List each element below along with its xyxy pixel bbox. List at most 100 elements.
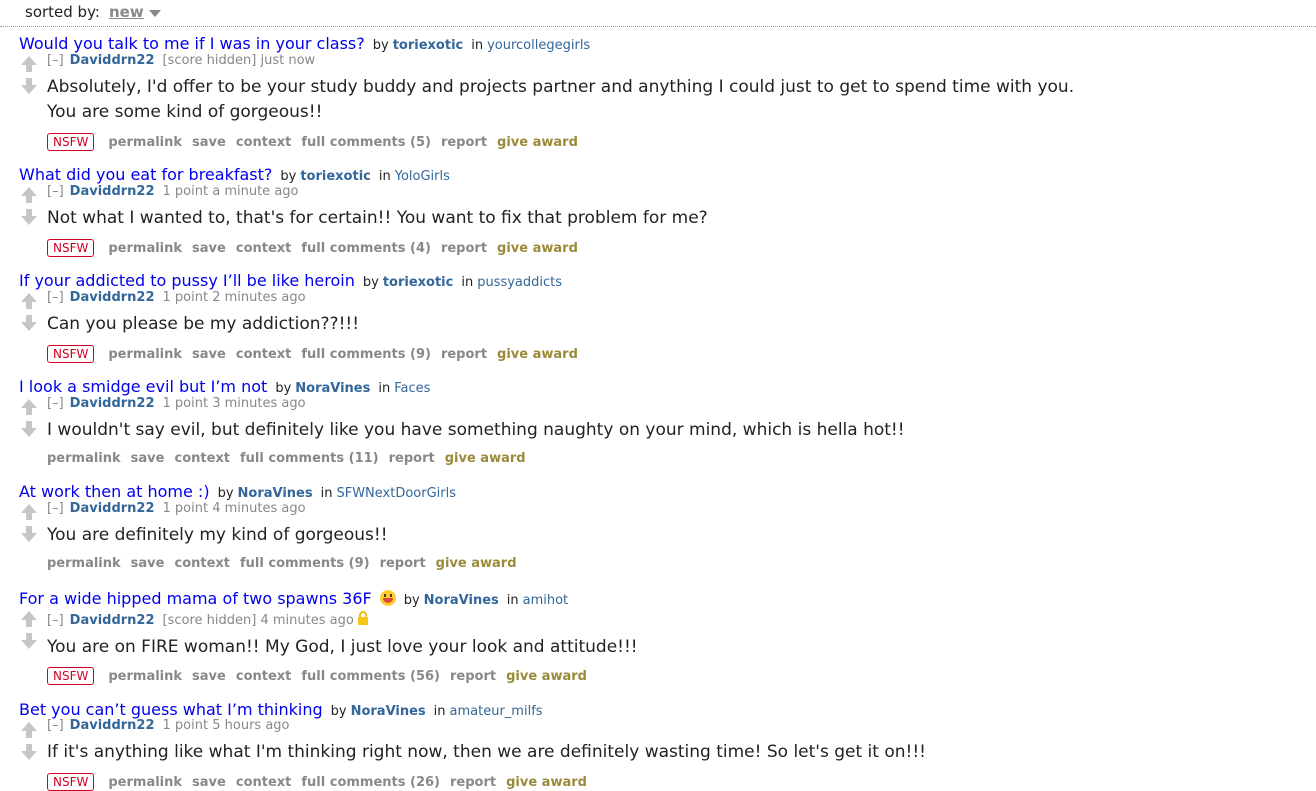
downvote-arrow-icon[interactable] xyxy=(20,632,38,650)
collapse-toggle[interactable]: [–] xyxy=(47,290,64,305)
post-title-link[interactable]: At work then at home :) xyxy=(19,482,210,501)
post-title-link[interactable]: I look a smidge evil but I’m not xyxy=(19,377,267,396)
comment-author-link[interactable]: Daviddrn22 xyxy=(70,184,155,199)
full-comments-button[interactable]: full comments (9) xyxy=(240,556,370,571)
downvote-arrow-icon[interactable] xyxy=(20,525,38,543)
report-button[interactable]: report xyxy=(380,556,426,571)
comment-author-link[interactable]: Daviddrn22 xyxy=(70,53,155,68)
upvote-arrow-icon[interactable] xyxy=(20,55,38,73)
full-comments-button[interactable]: full comments (26) xyxy=(301,775,440,790)
collapse-toggle[interactable]: [–] xyxy=(47,396,64,411)
report-button[interactable]: report xyxy=(441,241,487,256)
comment-tagline: [–] Daviddrn22 [score hidden] just now xyxy=(47,53,315,68)
collapse-toggle[interactable]: [–] xyxy=(47,184,64,199)
post-author-link[interactable]: NoraVines xyxy=(295,381,370,396)
post-title-link[interactable]: For a wide hipped mama of two spawns 36F xyxy=(19,589,372,608)
full-comments-button[interactable]: full comments (56) xyxy=(301,669,440,684)
post-title-link[interactable]: If your addicted to pussy I’ll be like h… xyxy=(19,271,355,290)
collapse-toggle[interactable]: [–] xyxy=(47,501,64,516)
chevron-down-icon[interactable] xyxy=(149,10,161,17)
collapse-toggle[interactable]: [–] xyxy=(47,718,64,733)
give-award-button[interactable]: give award xyxy=(497,241,578,256)
collapse-toggle[interactable]: [–] xyxy=(47,53,64,68)
context-button[interactable]: context xyxy=(236,241,292,256)
give-award-button[interactable]: give award xyxy=(506,775,587,790)
context-button[interactable]: context xyxy=(236,669,292,684)
subreddit-link[interactable]: yourcollegegirls xyxy=(487,38,590,53)
post-author-link[interactable]: toriexotic xyxy=(383,275,454,290)
upvote-arrow-icon[interactable] xyxy=(20,292,38,310)
permalink-button[interactable]: permalink xyxy=(108,135,182,150)
context-button[interactable]: context xyxy=(236,775,292,790)
full-comments-button[interactable]: full comments (4) xyxy=(301,241,431,256)
full-comments-button[interactable]: full comments (11) xyxy=(240,451,379,466)
save-button[interactable]: save xyxy=(192,241,226,256)
downvote-arrow-icon[interactable] xyxy=(20,743,38,761)
post-author-link[interactable]: toriexotic xyxy=(300,169,371,184)
comment-author-link[interactable]: Daviddrn22 xyxy=(70,613,155,628)
downvote-arrow-icon[interactable] xyxy=(20,420,38,438)
permalink-button[interactable]: permalink xyxy=(108,241,182,256)
downvote-arrow-icon[interactable] xyxy=(20,314,38,332)
sort-bar: sorted by: new xyxy=(0,0,1316,27)
post-author-link[interactable]: toriexotic xyxy=(393,38,464,53)
permalink-button[interactable]: permalink xyxy=(47,556,121,571)
comment-author-link[interactable]: Daviddrn22 xyxy=(70,396,155,411)
post-title-link[interactable]: What did you eat for breakfast? xyxy=(19,165,272,184)
comment-author-link[interactable]: Daviddrn22 xyxy=(70,290,155,305)
save-button[interactable]: save xyxy=(192,669,226,684)
permalink-button[interactable]: permalink xyxy=(108,347,182,362)
give-award-button[interactable]: give award xyxy=(506,669,587,684)
collapse-toggle[interactable]: [–] xyxy=(47,613,64,628)
give-award-button[interactable]: give award xyxy=(497,135,578,150)
comment-author-link[interactable]: Daviddrn22 xyxy=(70,718,155,733)
comment-buttons: NSFW permalink save context full comments (4… xyxy=(47,239,588,257)
downvote-arrow-icon[interactable] xyxy=(20,77,38,95)
sort-dropdown[interactable]: new xyxy=(109,3,144,21)
permalink-button[interactable]: permalink xyxy=(108,669,182,684)
context-button[interactable]: context xyxy=(174,451,230,466)
subreddit-link[interactable]: YoloGirls xyxy=(395,169,450,184)
report-button[interactable]: report xyxy=(441,347,487,362)
upvote-arrow-icon[interactable] xyxy=(20,721,38,739)
downvote-arrow-icon[interactable] xyxy=(20,208,38,226)
give-award-button[interactable]: give award xyxy=(436,556,517,571)
post-title-link[interactable]: Would you talk to me if I was in your cl… xyxy=(19,34,365,53)
report-button[interactable]: report xyxy=(450,775,496,790)
comment-author-link[interactable]: Daviddrn22 xyxy=(70,501,155,516)
subreddit-link[interactable]: amihot xyxy=(523,593,569,608)
context-button[interactable]: context xyxy=(174,556,230,571)
full-comments-button[interactable]: full comments (5) xyxy=(301,135,431,150)
save-button[interactable]: save xyxy=(192,347,226,362)
save-button[interactable]: save xyxy=(131,556,165,571)
report-button[interactable]: report xyxy=(441,135,487,150)
comment-tagline: [–] Daviddrn22 1 point a minute ago xyxy=(47,184,299,199)
save-button[interactable]: save xyxy=(192,135,226,150)
save-button[interactable]: save xyxy=(131,451,165,466)
post-author-link[interactable]: NoraVines xyxy=(351,704,426,719)
report-button[interactable]: report xyxy=(389,451,435,466)
post-author-link[interactable]: NoraVines xyxy=(424,593,499,608)
subreddit-link[interactable]: pussyaddicts xyxy=(477,275,562,290)
post-author-link[interactable]: NoraVines xyxy=(238,486,313,501)
post-title-link[interactable]: Bet you can’t guess what I’m thinking xyxy=(19,700,323,719)
upvote-arrow-icon[interactable] xyxy=(20,610,38,628)
context-button[interactable]: context xyxy=(236,135,292,150)
subreddit-link[interactable]: Faces xyxy=(394,381,430,396)
comment-score: 1 point xyxy=(162,290,209,305)
by-label: by xyxy=(275,381,292,396)
give-award-button[interactable]: give award xyxy=(497,347,578,362)
upvote-arrow-icon[interactable] xyxy=(20,398,38,416)
full-comments-button[interactable]: full comments (9) xyxy=(301,347,431,362)
upvote-arrow-icon[interactable] xyxy=(20,186,38,204)
permalink-button[interactable]: permalink xyxy=(108,775,182,790)
report-button[interactable]: report xyxy=(450,669,496,684)
upvote-arrow-icon[interactable] xyxy=(20,503,38,521)
save-button[interactable]: save xyxy=(192,775,226,790)
give-award-button[interactable]: give award xyxy=(445,451,526,466)
subreddit-link[interactable]: amateur_milfs xyxy=(450,704,543,719)
in-label: in xyxy=(471,38,484,53)
context-button[interactable]: context xyxy=(236,347,292,362)
subreddit-link[interactable]: SFWNextDoorGirls xyxy=(336,486,456,501)
permalink-button[interactable]: permalink xyxy=(47,451,121,466)
